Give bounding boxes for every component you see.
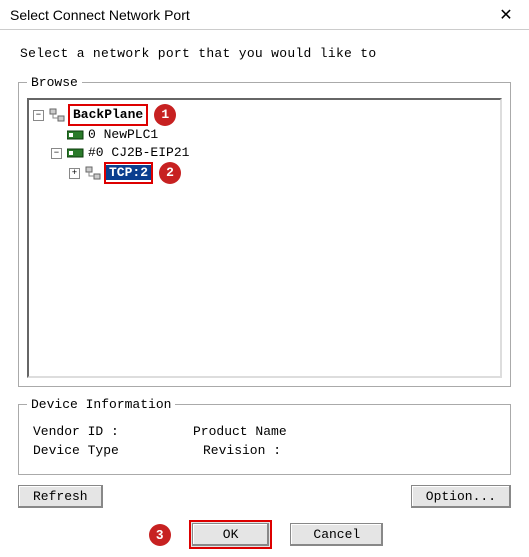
network-icon	[85, 166, 101, 180]
instruction-text: Select a network port that you would lik…	[20, 46, 511, 61]
browse-group: Browse − BackPlane 1	[18, 75, 511, 387]
device-type-label: Device Type	[33, 441, 193, 460]
revision-label: Revision :	[193, 441, 281, 460]
expander-plus-icon[interactable]: +	[69, 168, 80, 179]
vendor-id-label: Vendor ID :	[33, 422, 193, 441]
tree-item-tcp[interactable]: + TCP:2 2	[69, 162, 496, 184]
network-icon	[49, 108, 65, 122]
tree-label: 0 NewPLC1	[88, 126, 158, 144]
close-icon[interactable]: ✕	[491, 0, 521, 30]
callout-1: 1	[154, 104, 176, 126]
option-button[interactable]: Option...	[411, 485, 511, 508]
product-name-label: Product Name	[193, 422, 287, 441]
tree-item-backplane[interactable]: − BackPlane 1	[33, 104, 496, 126]
tree-label-tcp: TCP:2	[106, 165, 151, 180]
card-icon	[67, 147, 85, 159]
tree-label: #0 CJ2B-EIP21	[88, 144, 189, 162]
window-title: Select Connect Network Port	[10, 7, 190, 23]
tree-label-backplane: BackPlane	[68, 104, 148, 126]
device-info-group: Device Information Vendor ID : Product N…	[18, 397, 511, 475]
refresh-button[interactable]: Refresh	[18, 485, 103, 508]
callout-2: 2	[159, 162, 181, 184]
tree-item-newplc1[interactable]: 0 NewPLC1	[51, 126, 496, 144]
expander-minus-icon[interactable]: −	[33, 110, 44, 121]
expander-spacer	[51, 130, 62, 141]
tree-view[interactable]: − BackPlane 1	[27, 98, 502, 378]
ok-button[interactable]: OK	[189, 520, 273, 549]
browse-legend: Browse	[27, 75, 82, 90]
callout-3: 3	[149, 524, 171, 546]
cancel-button[interactable]: Cancel	[290, 523, 383, 546]
device-info-legend: Device Information	[27, 397, 175, 412]
tree-item-cj2b[interactable]: − #0 CJ2B-EIP21	[51, 144, 496, 162]
card-icon	[67, 129, 85, 141]
expander-minus-icon[interactable]: −	[51, 148, 62, 159]
